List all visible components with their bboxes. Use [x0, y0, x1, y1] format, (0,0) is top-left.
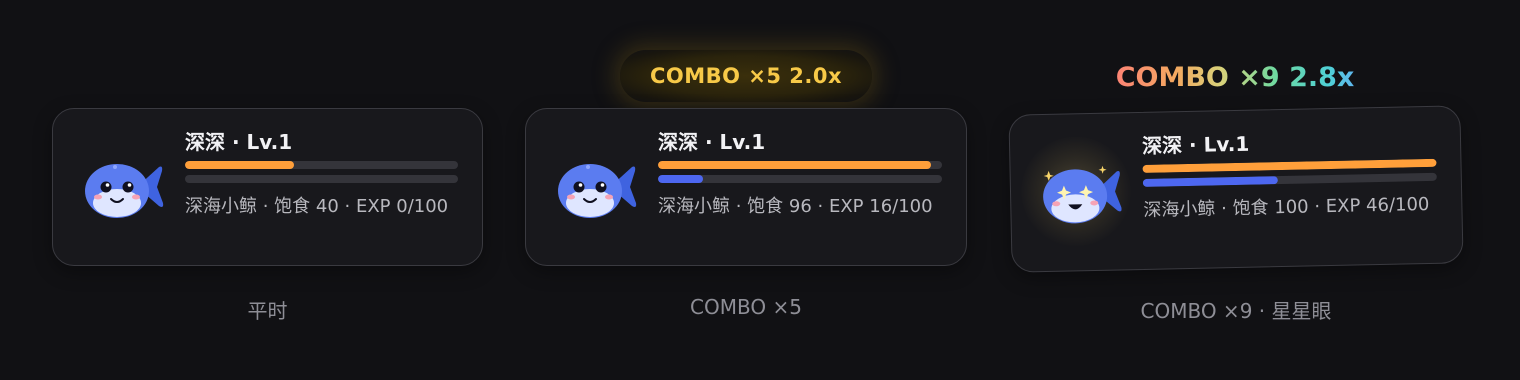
combo-badge-gold: COMBO ×5 2.0x [620, 50, 872, 102]
exp-bar [185, 175, 458, 183]
whale-normal-icon [79, 149, 169, 227]
exp-bar [1142, 172, 1437, 187]
caption-combo5: COMBO ×5 [690, 295, 802, 319]
feed-bar-fill [1142, 158, 1437, 173]
exp-bar [658, 175, 942, 183]
pet-name: 深深 · Lv.1 [658, 130, 766, 154]
exp-bar-fill [1142, 176, 1279, 187]
pet-name: 深深 · Lv.1 [1141, 131, 1250, 158]
whale-star-eyes-icon [1036, 153, 1128, 233]
pet-card-combo5: 深深 · Lv.1 深海小鲸 · 饱食 96 · EXP 16/100 [525, 108, 967, 266]
feed-bar [185, 161, 458, 169]
combo-badge-rainbow: COMBO ×9 2.8x [1100, 56, 1370, 100]
feed-bar-fill [185, 161, 295, 169]
pet-status-text: 深海小鲸 · 饱食 40 · EXP 0/100 [185, 196, 449, 217]
exp-bar-fill [658, 175, 704, 183]
pet-card-combo9: 深深 · Lv.1 深海小鲸 · 饱食 100 · EXP 46/100 [1008, 105, 1464, 273]
pet-card-normal: 深深 · Lv.1 深海小鲸 · 饱食 40 · EXP 0/100 [52, 108, 483, 266]
feed-bar [658, 161, 942, 169]
pet-status-text: 深海小鲸 · 饱食 96 · EXP 16/100 [658, 196, 933, 217]
pet-name: 深深 · Lv.1 [185, 130, 293, 154]
caption-combo9: COMBO ×9 · 星星眼 [1140, 299, 1332, 323]
pet-status-text: 深海小鲸 · 饱食 100 · EXP 46/100 [1143, 193, 1430, 221]
caption-normal: 平时 [247, 299, 288, 323]
whale-normal-icon [552, 149, 642, 227]
feed-bar-fill [658, 161, 931, 169]
feed-bar [1142, 158, 1437, 173]
